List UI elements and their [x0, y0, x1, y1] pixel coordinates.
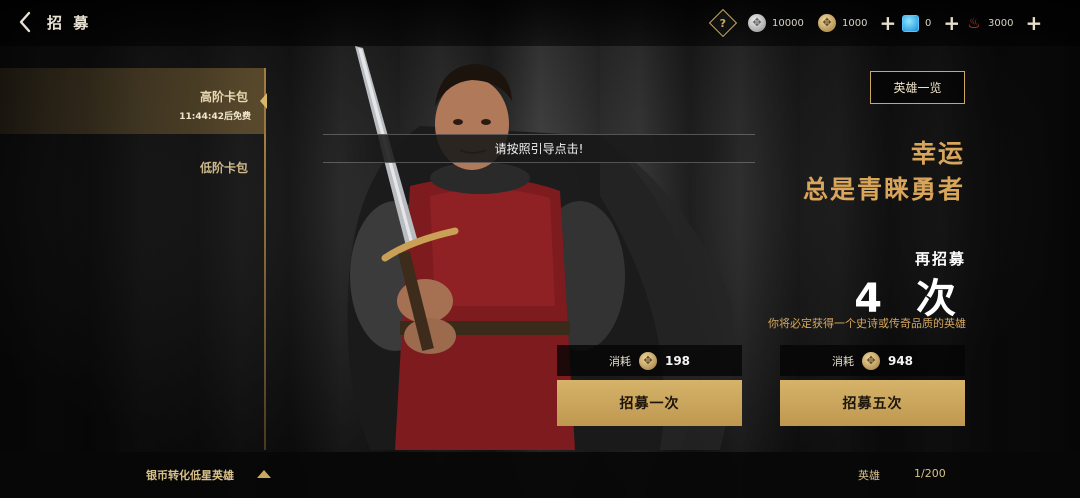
slogan-line-2: 总是青睐勇者 — [802, 175, 965, 204]
tab-low-pack[interactable]: 低阶卡包 — [0, 150, 266, 184]
page-title: 招 募 — [47, 14, 92, 32]
fire-resource: ♨ 3000 + — [966, 12, 1042, 34]
gem-amount: 0 — [925, 17, 932, 29]
single-cost-value: 198 — [664, 353, 691, 368]
hero-count-value: 1/200 — [914, 467, 946, 480]
five-cost-label: 消耗 — [831, 354, 854, 368]
add-gold-button[interactable]: + — [879, 13, 896, 33]
fire-icon: ♨ — [967, 14, 981, 32]
gold-resource: 1000 + — [818, 12, 896, 34]
pack-sidebar: 高阶卡包 11:44:42后免费 低阶卡包 — [0, 68, 267, 450]
recruit-once-button[interactable]: 招募一次 — [557, 380, 742, 426]
tab-low-pack-label: 低阶卡包 — [199, 161, 248, 175]
add-gem-button[interactable]: + — [943, 13, 960, 33]
five-cost: 消耗 948 — [780, 345, 965, 376]
single-cost: 消耗 198 — [557, 345, 742, 376]
help-button[interactable]: ? — [708, 8, 738, 38]
free-timer: 11:44:42后免费 — [179, 112, 251, 122]
guide-text: 请按照引导点击! — [494, 142, 584, 156]
fire-amount: 3000 — [988, 17, 1014, 29]
gold-coin-icon — [861, 351, 880, 370]
expand-up-icon[interactable] — [257, 470, 271, 478]
gold-amount: 1000 — [842, 17, 868, 29]
gem-resource: 0 + — [902, 12, 960, 34]
tab-high-pack[interactable]: 高阶卡包 11:44:42后免费 — [0, 68, 267, 134]
gold-coin-icon — [638, 351, 657, 370]
active-tab-indicator-icon — [260, 93, 267, 109]
silver-resource: 10000 — [748, 12, 804, 34]
five-cost-value: 948 — [887, 353, 914, 368]
convert-silver-button[interactable]: 银币转化低星英雄 — [146, 467, 234, 483]
back-arrow-icon[interactable] — [14, 10, 38, 34]
hero-count-label: 英雄 — [858, 469, 880, 482]
bottom-bar: 银币转化低星英雄 英雄 1/200 — [0, 452, 1080, 498]
blue-gem-icon — [902, 14, 919, 32]
add-fire-button[interactable]: + — [1025, 13, 1042, 33]
top-bar: 招 募 ? 10000 1000 + 0 + ♨ 3000 + — [0, 0, 1080, 46]
guide-banner: 请按照引导点击! — [323, 134, 755, 163]
guarantee-text: 你将必定获得一个史诗或传奇品质的英雄 — [768, 317, 966, 330]
single-cost-label: 消耗 — [608, 354, 631, 368]
silver-coin-icon — [748, 14, 766, 32]
help-icon[interactable]: ? — [708, 8, 738, 38]
gold-coin-icon — [818, 14, 836, 32]
recruit-five-button[interactable]: 招募五次 — [780, 380, 965, 426]
slogan-line-1: 幸运 — [910, 139, 965, 168]
silver-amount: 10000 — [772, 17, 804, 29]
hero-list-button[interactable]: 英雄一览 — [870, 71, 965, 104]
tab-high-pack-label: 高阶卡包 — [199, 90, 248, 104]
